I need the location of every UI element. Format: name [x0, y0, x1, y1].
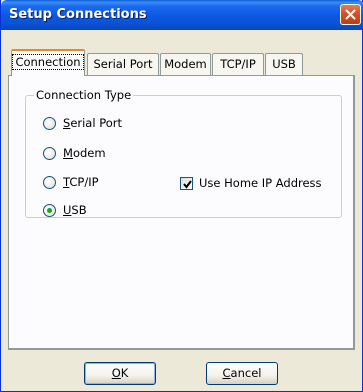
modem-radio[interactable] [43, 146, 56, 160]
use-home-ip-label: Use Home IP Address [199, 176, 322, 190]
title-bar[interactable]: Setup Connections [1, 0, 363, 30]
close-icon [345, 9, 356, 20]
radio-usb[interactable]: USB [43, 202, 87, 218]
use-home-ip-row[interactable]: Use Home IP Address [180, 176, 322, 190]
tcp-ip-label: TCP/IP [63, 175, 99, 189]
radio-tcp-ip[interactable]: TCP/IP [43, 174, 99, 190]
tab-usb[interactable]: USB [265, 53, 303, 75]
tab-tcp-ip[interactable]: TCP/IP [212, 53, 264, 75]
cancel-button[interactable]: Cancel [206, 362, 278, 385]
use-home-ip-checkbox[interactable] [180, 176, 193, 190]
tab-connection[interactable]: Connection [11, 49, 85, 76]
window-title: Setup Connections [9, 7, 147, 22]
usb-label: USB [63, 203, 87, 217]
modem-label: Modem [63, 146, 106, 160]
radio-modem[interactable]: Modem [43, 145, 106, 161]
ok-button[interactable]: OK [84, 362, 156, 385]
usb-radio[interactable] [43, 203, 56, 217]
serial-port-label: Serial Port [63, 116, 123, 130]
tab-modem[interactable]: Modem [160, 53, 211, 75]
serial-port-radio[interactable] [43, 116, 56, 130]
setup-connections-dialog: Setup Connections Connection Serial Port… [0, 0, 363, 392]
tcp-ip-radio[interactable] [43, 175, 56, 189]
radio-serial-port[interactable]: Serial Port [43, 115, 122, 131]
tab-serial-port[interactable]: Serial Port [87, 53, 159, 75]
checkmark-icon [183, 179, 192, 189]
close-button[interactable] [340, 4, 361, 25]
connection-type-label: Connection Type [34, 88, 134, 102]
